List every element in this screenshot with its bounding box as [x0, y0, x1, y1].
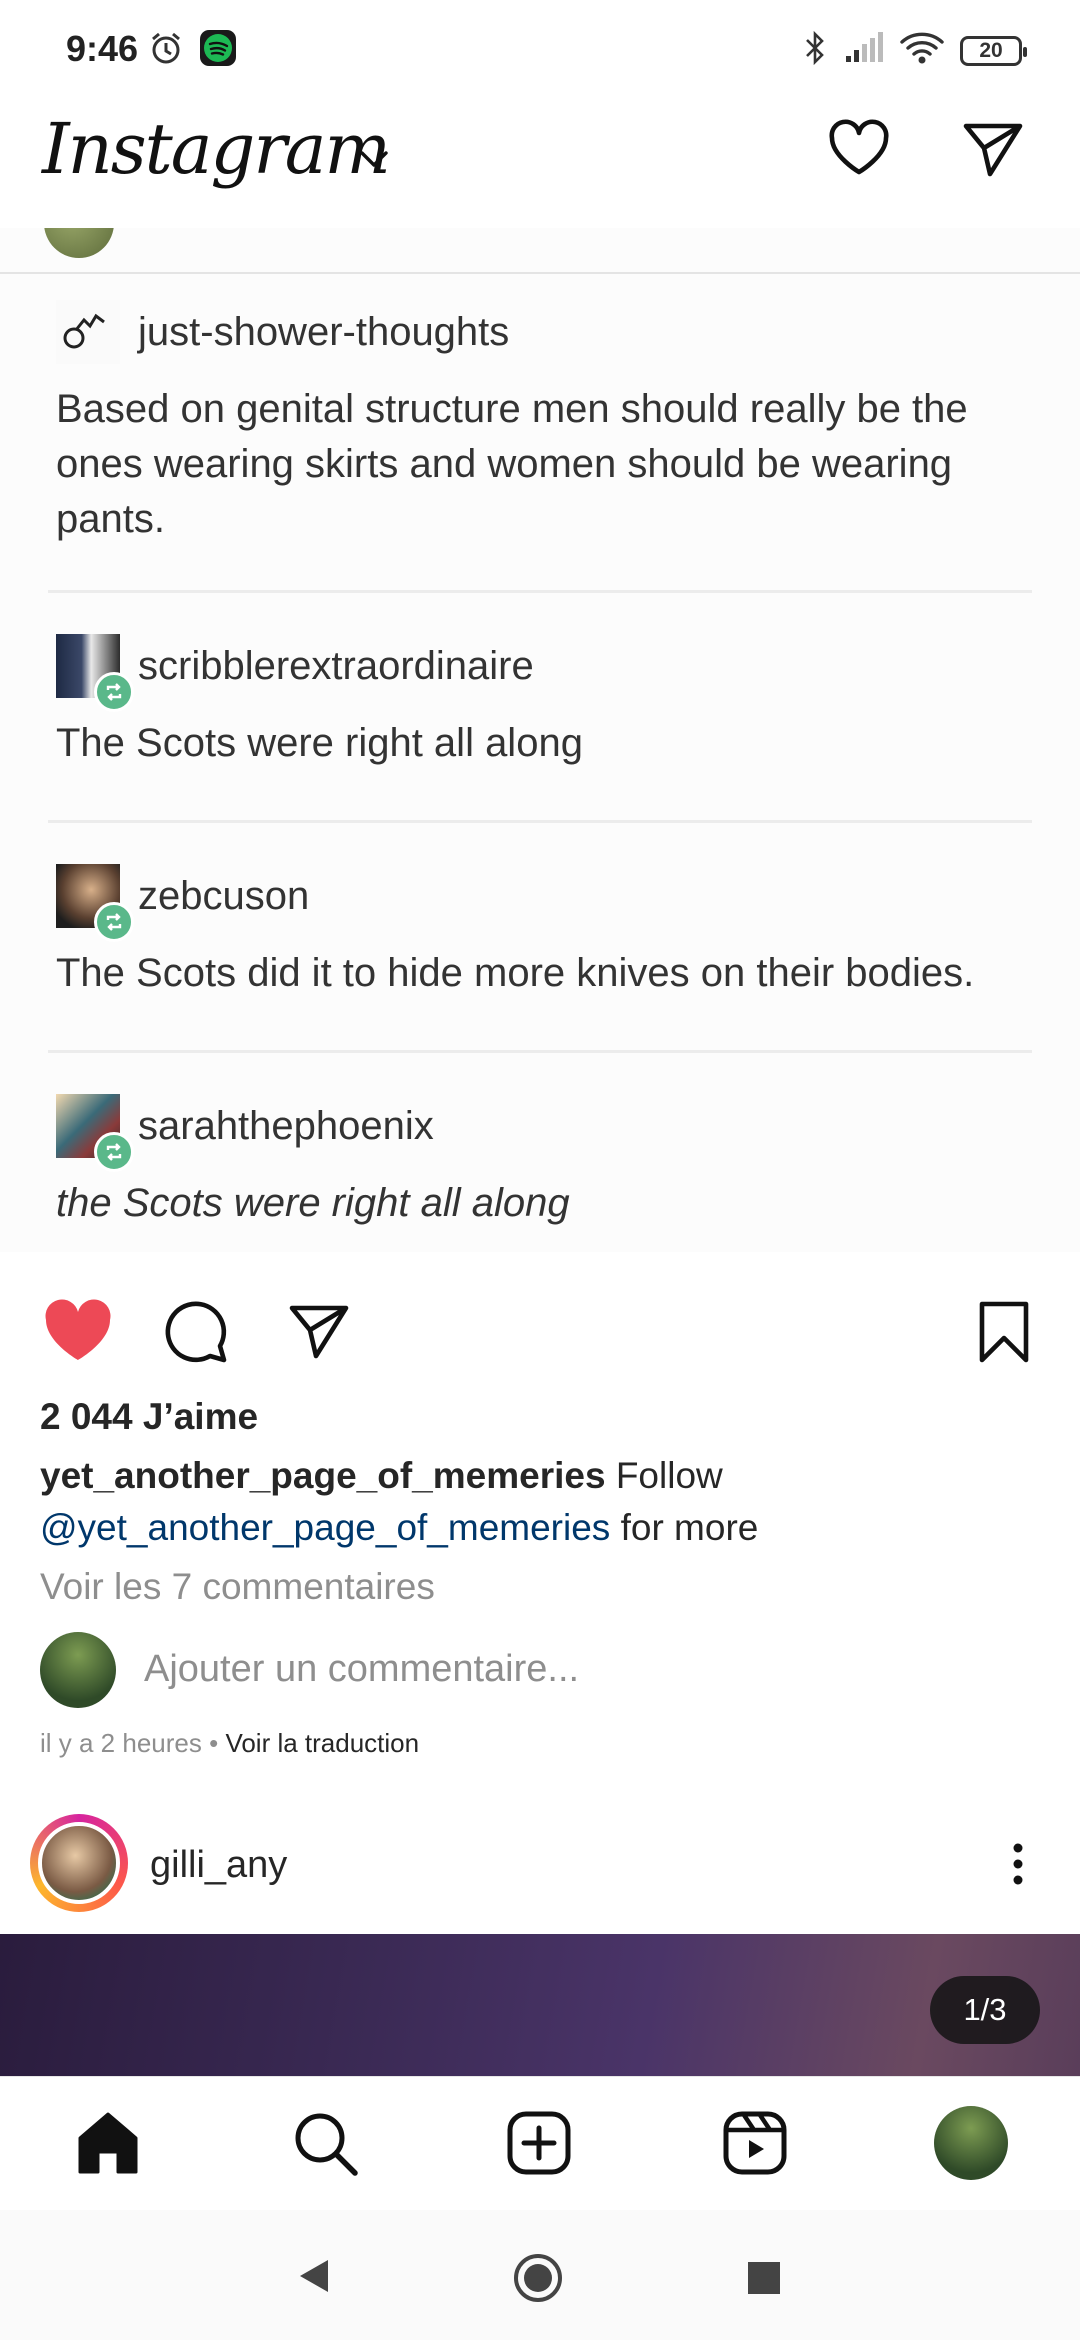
translate-link[interactable]: Voir la traduction	[225, 1728, 419, 1758]
bookmark-icon[interactable]	[974, 1298, 1034, 1369]
heart-filled-icon[interactable]	[42, 1298, 114, 1369]
post-meta: il y a 2 heures • Voir la traduction	[40, 1728, 419, 1759]
battery-indicator: 20	[960, 35, 1027, 66]
reblog-icon	[94, 902, 134, 942]
caption-username[interactable]: yet_another_page_of_memeries	[40, 1455, 606, 1496]
comment-icon[interactable]	[164, 1298, 230, 1369]
home-circle-icon[interactable]	[512, 2252, 564, 2309]
post-image[interactable]: just-shower-thoughts Based on genital st…	[0, 228, 1080, 1252]
meta-separator: •	[201, 1728, 226, 1758]
post-image[interactable]	[0, 1934, 1080, 2076]
status-icons: 20	[802, 30, 1027, 71]
spotify-icon	[200, 30, 236, 66]
instagram-logo[interactable]: Instagram	[42, 108, 391, 190]
tumblr-text: Based on genital structure men should re…	[56, 387, 968, 541]
tumblr-username: scribblerextraordinaire	[138, 643, 534, 688]
divider	[48, 820, 1032, 823]
avatar[interactable]	[38, 1822, 120, 1904]
tumblr-username: sarahthephoenix	[138, 1103, 434, 1148]
wifi-icon	[900, 31, 944, 70]
search-icon[interactable]	[292, 2110, 360, 2183]
tumblr-text: the Scots were right all along	[56, 1181, 570, 1225]
more-vertical-icon[interactable]	[1006, 1840, 1030, 1893]
reblog-icon	[94, 1132, 134, 1172]
likes-count[interactable]: 2 044 J’aime	[40, 1396, 258, 1438]
divider	[48, 590, 1032, 593]
reblog-icon	[94, 672, 134, 712]
back-triangle-icon[interactable]	[296, 2256, 332, 2301]
tumblr-entry: just-shower-thoughts Based on genital st…	[56, 300, 1036, 547]
avatar	[56, 1094, 134, 1172]
avatar	[56, 634, 134, 712]
chevron-down-icon[interactable]	[358, 146, 390, 175]
divider	[0, 272, 1080, 274]
signal-icon	[844, 32, 884, 69]
alarm-icon	[148, 30, 184, 71]
avatar[interactable]	[934, 2106, 1008, 2180]
post-actions	[0, 1252, 1080, 1402]
plus-square-icon[interactable]	[506, 2110, 572, 2181]
avatar	[56, 864, 134, 942]
tumblr-entry: sarahthephoenix the Scots were right all…	[56, 1094, 1036, 1231]
paper-plane-icon[interactable]	[960, 116, 1026, 187]
tumblr-username: zebcuson	[138, 873, 310, 918]
recents-square-icon[interactable]	[746, 2260, 782, 2301]
caption-mention[interactable]: @yet_another_page_of_memeries	[40, 1507, 610, 1548]
paper-plane-icon[interactable]	[286, 1298, 352, 1369]
post-time: il y a 2 heures	[40, 1728, 202, 1758]
heart-icon[interactable]	[826, 116, 892, 187]
tumblr-text: The Scots did it to hide more knives on …	[56, 951, 975, 995]
carousel-counter: 1/3	[930, 1976, 1040, 2044]
reels-icon[interactable]	[722, 2110, 788, 2181]
caption-text: Follow	[605, 1455, 723, 1496]
tumblr-text: The Scots were right all along	[56, 721, 583, 765]
tumblr-username: just-shower-thoughts	[138, 309, 510, 354]
post-username[interactable]: gilli_any	[150, 1844, 287, 1887]
status-time: 9:46	[66, 28, 139, 69]
view-comments-link[interactable]: Voir les 7 commentaires	[40, 1566, 435, 1608]
home-icon[interactable]	[74, 2110, 142, 2181]
avatar	[44, 228, 114, 258]
comment-input[interactable]: Ajouter un commentaire...	[144, 1648, 579, 1691]
bluetooth-icon	[802, 30, 828, 71]
avatar	[40, 1632, 116, 1708]
avatar	[56, 300, 120, 364]
post-caption: yet_another_page_of_memeries Follow @yet_…	[40, 1450, 1040, 1554]
tumblr-entry: zebcuson The Scots did it to hide more k…	[56, 864, 1036, 1001]
caption-text: for more	[610, 1507, 759, 1548]
divider	[48, 1050, 1032, 1053]
tumblr-entry: scribblerextraordinaire The Scots were r…	[56, 634, 1036, 771]
